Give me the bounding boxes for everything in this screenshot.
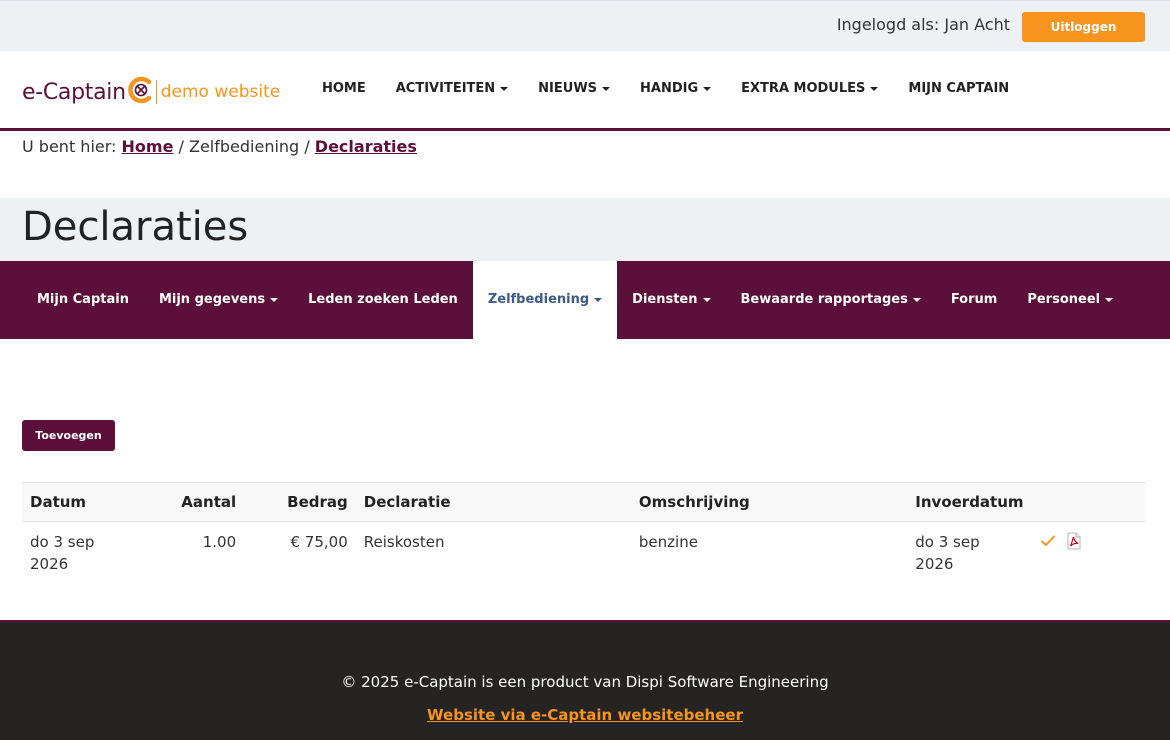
- cell-datum: do 3 sep 2026: [22, 522, 147, 586]
- column-header-actions: [1031, 482, 1145, 522]
- footer-website-link[interactable]: Website via e-Captain websitebeheer: [0, 706, 1170, 724]
- main-nav: HOME ACTIVITEITEN NIEUWS HANDIG EXTRA MO…: [322, 81, 1039, 96]
- pdf-icon[interactable]: [1066, 532, 1082, 550]
- tab-label: Bewaarde rapportages: [740, 292, 908, 307]
- logged-in-as-text: Ingelogd als: Jan Acht: [836, 15, 1010, 34]
- chevron-down-icon: [870, 86, 879, 91]
- tab-label: Mijn Captain: [37, 292, 129, 307]
- logo-mark-icon: [128, 75, 154, 109]
- chevron-down-icon: [602, 86, 611, 91]
- nav-item-handig[interactable]: HANDIG: [640, 81, 712, 96]
- tab-label: Forum: [950, 292, 998, 307]
- breadcrumb-current-link[interactable]: Declaraties: [315, 137, 417, 156]
- tab-personeel[interactable]: Personeel: [1012, 261, 1128, 339]
- chevron-down-icon: [270, 297, 279, 302]
- logo-tagline: demo website: [160, 82, 281, 102]
- breadcrumb-separator: /: [178, 137, 184, 156]
- table-header-row: Datum Aantal Bedrag Declaratie Omschrijv…: [22, 482, 1145, 522]
- tab-diensten[interactable]: Diensten: [617, 261, 725, 339]
- cell-bedrag: € 75,00: [290, 533, 348, 551]
- nav-item-extra-modules[interactable]: EXTRA MODULES: [741, 81, 879, 96]
- logo-brand-text: e-Captain: [22, 79, 126, 105]
- nav-item-nieuws[interactable]: NIEUWS: [538, 81, 611, 96]
- page-title: Declaraties: [22, 204, 249, 250]
- nav-item-label: HOME: [322, 81, 366, 96]
- logo-divider: [155, 80, 157, 104]
- cell-actions: [1032, 522, 1145, 586]
- nav-item-mijn-captain[interactable]: MIJN CAPTAIN: [908, 81, 1009, 96]
- cell-invoerdatum: do 3 sep 2026: [907, 522, 1031, 586]
- breadcrumb-prefix: U bent hier:: [22, 137, 117, 156]
- tab-mijn-gegevens[interactable]: Mijn gegevens: [144, 261, 293, 339]
- check-icon[interactable]: [1040, 534, 1056, 548]
- footer-copyright: © 2025 e-Captain is een product van Disp…: [341, 673, 829, 691]
- nav-item-label: HANDIG: [640, 81, 699, 96]
- tab-forum[interactable]: Forum: [936, 261, 1013, 339]
- tab-label: Zelfbediening: [487, 292, 590, 307]
- tab-label: Personeel: [1027, 292, 1101, 307]
- cell-omschrijving: benzine: [638, 533, 698, 551]
- column-header-omschrijving[interactable]: Omschrijving: [630, 482, 908, 522]
- tab-leden-zoeken[interactable]: Leden zoeken Leden: [293, 261, 473, 339]
- nav-item-activiteiten[interactable]: ACTIVITEITEN: [395, 81, 509, 96]
- column-header-aantal[interactable]: Aantal: [147, 482, 245, 522]
- cell-aantal: 1.00: [202, 533, 237, 551]
- site-footer: © 2025 e-Captain is een product van Disp…: [0, 620, 1170, 740]
- tab-label: Leden zoeken Leden: [308, 292, 458, 307]
- chevron-down-icon: [594, 297, 603, 302]
- tab-bewaarde-rapportages[interactable]: Bewaarde rapportages: [726, 261, 936, 339]
- nav-item-label: MIJN CAPTAIN: [908, 81, 1010, 96]
- top-bar: Ingelogd als: Jan Acht Uitloggen: [0, 0, 1170, 51]
- cell-datum-day: do 3 sep: [30, 533, 95, 551]
- tab-zelfbediening[interactable]: Zelfbediening: [472, 261, 618, 339]
- nav-item-home[interactable]: HOME: [322, 81, 366, 96]
- breadcrumb-separator: /: [304, 137, 310, 156]
- sub-nav: Mijn Captain Mijn gegevens Leden zoeken …: [0, 261, 1170, 339]
- cell-datum-year: 2026: [30, 555, 69, 573]
- tab-label: Mijn gegevens: [158, 292, 266, 307]
- breadcrumb: U bent hier: Home / Zelfbediening / Decl…: [22, 137, 417, 156]
- chevron-down-icon: [500, 86, 509, 91]
- site-logo[interactable]: e-Captain demo website: [22, 75, 280, 109]
- table-row[interactable]: do 3 sep 2026 1.00 € 75,00 Reiskosten ben…: [22, 522, 1145, 586]
- nav-item-label: ACTIVITEITEN: [395, 81, 496, 96]
- chevron-down-icon: [702, 297, 711, 302]
- site-header: e-Captain demo website HOME ACTIVITEITEN…: [0, 51, 1170, 131]
- nav-item-label: NIEUWS: [538, 81, 598, 96]
- column-header-invoerdatum[interactable]: Invoerdatum: [907, 482, 1032, 522]
- chevron-down-icon: [703, 86, 712, 91]
- column-header-datum[interactable]: Datum: [22, 482, 148, 522]
- cell-invoer-year: 2026: [915, 555, 954, 573]
- nav-item-label: EXTRA MODULES: [741, 81, 866, 96]
- column-header-declaratie[interactable]: Declaratie: [355, 482, 631, 522]
- chevron-down-icon: [912, 297, 921, 302]
- add-declaration-button[interactable]: Toevoegen: [22, 420, 115, 451]
- tab-mijn-captain[interactable]: Mijn Captain: [22, 261, 144, 339]
- cell-invoer-day: do 3 sep: [915, 533, 980, 551]
- chevron-down-icon: [1105, 297, 1114, 302]
- cell-declaratie: Reiskosten: [363, 533, 445, 551]
- page-title-bar: Declaraties: [0, 198, 1170, 261]
- breadcrumb-middle: Zelfbediening: [189, 137, 300, 156]
- breadcrumb-home-link[interactable]: Home: [122, 137, 174, 156]
- column-header-bedrag[interactable]: Bedrag: [244, 482, 356, 522]
- logout-button[interactable]: Uitloggen: [1022, 12, 1145, 42]
- tab-label: Diensten: [632, 292, 698, 307]
- declarations-table: Datum Aantal Bedrag Declaratie Omschrijv…: [22, 482, 1145, 585]
